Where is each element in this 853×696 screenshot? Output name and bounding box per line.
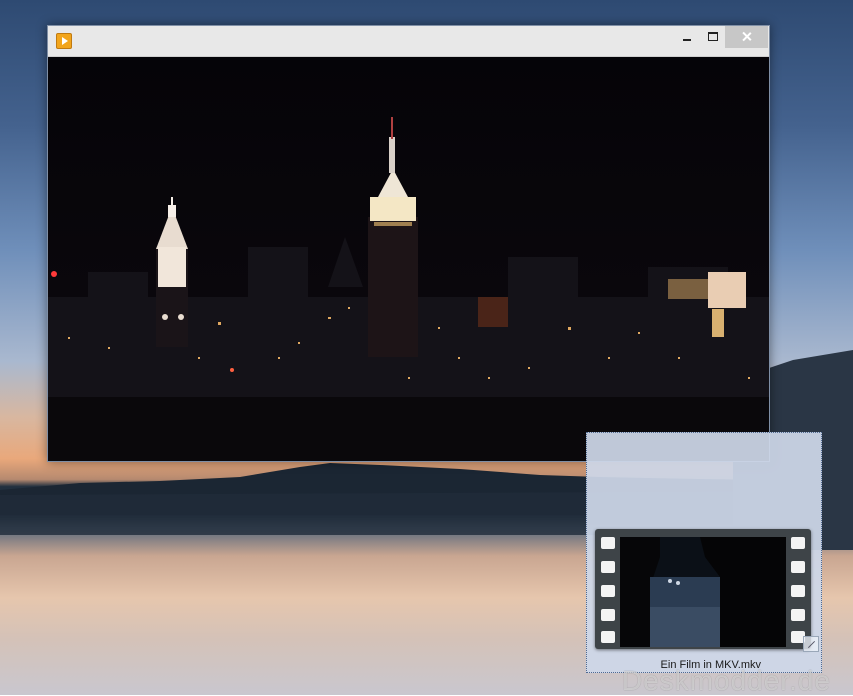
film-perforation bbox=[601, 631, 615, 643]
minimize-button[interactable] bbox=[674, 26, 700, 48]
film-perforation bbox=[601, 609, 615, 621]
filmstrip-thumbnail[interactable] bbox=[595, 529, 811, 649]
close-button[interactable] bbox=[725, 26, 768, 48]
window-titlebar[interactable] bbox=[48, 26, 769, 57]
video-display[interactable] bbox=[48, 57, 769, 461]
media-player-window[interactable] bbox=[47, 25, 770, 462]
expand-icon[interactable] bbox=[803, 636, 819, 652]
thumbnail-preview[interactable]: Ein Film in MKV.mkv bbox=[586, 432, 822, 673]
film-perforation bbox=[601, 585, 615, 597]
thumbnail-frame bbox=[620, 537, 786, 647]
film-perforation bbox=[791, 537, 805, 549]
film-perforation bbox=[791, 609, 805, 621]
media-player-icon[interactable] bbox=[56, 33, 72, 49]
watermark-logo: Deskmodder.de bbox=[621, 665, 831, 696]
maximize-button[interactable] bbox=[700, 26, 726, 48]
film-perforation bbox=[601, 537, 615, 549]
film-perforation bbox=[791, 561, 805, 573]
night-skyline-video-frame bbox=[48, 57, 769, 461]
film-perforation bbox=[791, 585, 805, 597]
film-perforation bbox=[601, 561, 615, 573]
